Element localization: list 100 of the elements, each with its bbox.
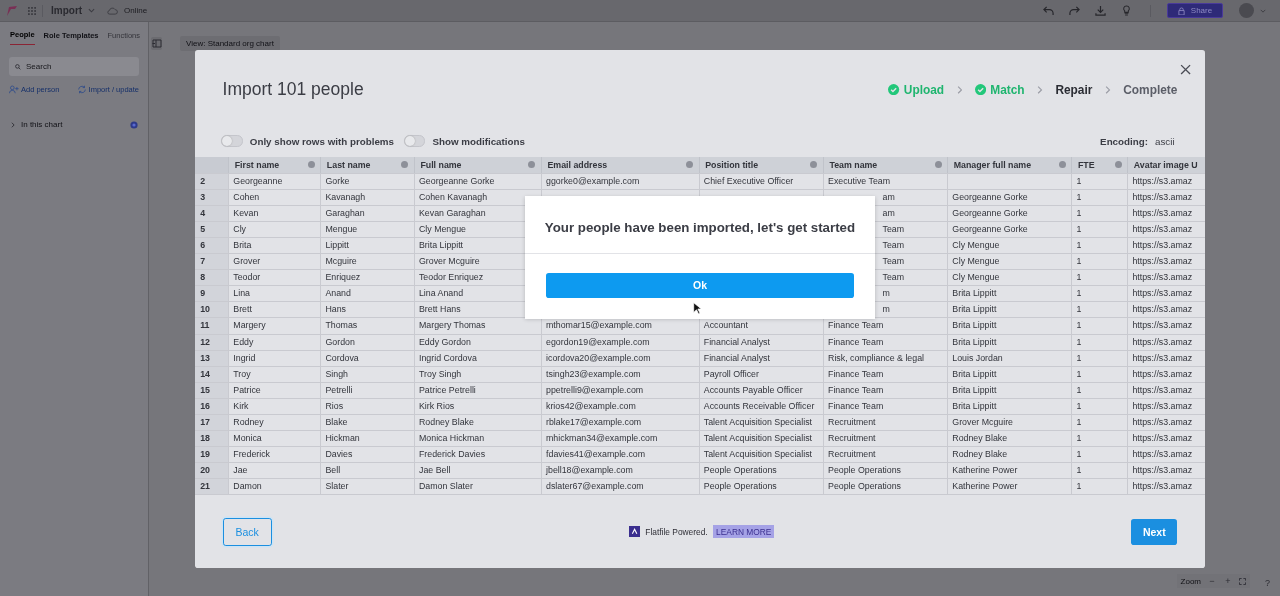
table-cell: Cly Mengue <box>418 223 466 234</box>
encoding-value: ascii <box>1155 135 1175 147</box>
table-cell: Hickman <box>325 433 360 444</box>
zoom-in-button[interactable]: + <box>1223 576 1233 586</box>
table-cell: https://s3.amaz <box>1132 416 1193 427</box>
search-field[interactable]: Search <box>9 57 139 76</box>
column-header[interactable]: Team name <box>822 156 948 173</box>
table-cell: m <box>882 288 890 299</box>
table-cell: https://s3.amaz <box>1132 239 1193 250</box>
table-cell: 1 <box>1076 465 1082 476</box>
next-button[interactable]: Next <box>1131 518 1178 546</box>
share-button[interactable]: Share <box>1167 3 1223 18</box>
table-cell: Ingrid Cordova <box>419 352 477 363</box>
column-header[interactable]: Last name <box>320 156 414 173</box>
table-cell: https://s3.amaz <box>1132 481 1193 492</box>
table-cell: Patrice <box>233 384 261 395</box>
table-cell: 1 <box>1076 336 1082 347</box>
ok-button[interactable]: Ok <box>546 272 854 298</box>
table-cell: 1 <box>1076 175 1082 186</box>
table-cell: Troy <box>233 368 251 379</box>
table-cell: https://s3.amaz <box>1132 400 1193 411</box>
column-header[interactable]: Full name <box>413 156 541 173</box>
document-title[interactable]: Import <box>51 5 83 16</box>
table-cell: ggorke0@example.com <box>546 175 640 186</box>
row-number: 7 <box>194 254 229 270</box>
table-cell: 1 <box>1076 481 1082 492</box>
column-header[interactable]: Manager full name <box>947 156 1072 173</box>
table-cell: Mengue <box>325 223 358 234</box>
table-cell: People Operations <box>703 481 777 492</box>
table-cell: https://s3.amaz <box>1132 465 1193 476</box>
table-cell: Team <box>882 223 905 234</box>
table-cell: Brett Hans <box>418 304 461 315</box>
table-cell: Louis Jordan <box>952 352 1003 363</box>
row-number: 18 <box>194 431 229 447</box>
table-cell: Talent Acquisition Specialist <box>703 433 813 444</box>
table-cell: Accounts Payable Officer <box>703 384 803 395</box>
back-button[interactable]: Back <box>222 517 272 546</box>
table-cell: Finance Team <box>828 320 884 331</box>
table-cell: Slater <box>325 481 349 492</box>
table-cell: dslater67@example.com <box>546 481 644 492</box>
column-header[interactable]: Avatar image U <box>1127 156 1206 173</box>
table-cell: Margery Thomas <box>419 320 486 331</box>
learn-more-link[interactable]: LEARN MORE <box>713 525 775 539</box>
table-cell: Brett <box>233 304 252 315</box>
table-cell: https://s3.amaz <box>1132 288 1193 299</box>
table-cell: https://s3.amaz <box>1132 256 1193 267</box>
table-cell: Finance Team <box>828 384 884 395</box>
table-cell: Risk, compliance & legal <box>828 352 925 363</box>
table-cell: Chief Executive Officer <box>703 175 794 186</box>
table-cell: https://s3.amaz <box>1132 352 1193 363</box>
table-cell: Brita Lippitt <box>952 400 997 411</box>
table-cell: krios42@example.com <box>546 400 636 411</box>
table-cell: Georgeanne <box>233 175 283 186</box>
table-cell: Cly Mengue <box>952 239 1000 250</box>
column-header[interactable]: First name <box>228 156 321 173</box>
table-cell: Georgeanne Gorke <box>952 207 1028 218</box>
table-cell: https://s3.amaz <box>1132 449 1193 460</box>
table-cell: 1 <box>1076 256 1082 267</box>
help-button[interactable]: ? <box>1265 578 1270 588</box>
table-cell: Margery <box>233 320 266 331</box>
table-cell: 1 <box>1076 352 1082 363</box>
table-cell: Monica Hickman <box>419 433 485 444</box>
encoding-label: Encoding: <box>1100 135 1148 147</box>
table-cell: Anand <box>325 288 351 299</box>
column-header[interactable]: Email address <box>540 156 699 173</box>
table-cell: https://s3.amaz <box>1132 336 1193 347</box>
table-cell: Grover Mcguire <box>952 416 1013 427</box>
step-label: Upload <box>888 82 945 97</box>
column-header[interactable]: FTE <box>1071 156 1128 173</box>
table-cell: https://s3.amaz <box>1132 368 1193 379</box>
column-header[interactable]: Position title <box>698 156 823 173</box>
table-cell: Brita <box>233 239 252 250</box>
zoom-out-button[interactable]: − <box>1207 576 1217 586</box>
row-number: 8 <box>194 270 229 286</box>
table-cell: Cohen <box>233 191 260 202</box>
table-cell: Hans <box>325 304 346 315</box>
table-cell: Team <box>882 239 905 250</box>
table-cell: Brita Lippitt <box>952 384 997 395</box>
table-cell: People Operations <box>828 481 902 492</box>
table-cell: https://s3.amaz <box>1132 384 1193 395</box>
table-cell: Rodney Blake <box>952 449 1008 460</box>
row-number: 19 <box>194 447 229 463</box>
table-cell: Teodor Enriquez <box>418 272 484 283</box>
dialog-message: Your people have been imported, let's get started <box>544 219 856 235</box>
table-cell: Rios <box>325 400 344 411</box>
table-cell: Blake <box>325 416 348 427</box>
table-cell: Enriquez <box>325 272 361 283</box>
table-cell: Lippitt <box>325 239 349 250</box>
table-cell: https://s3.amaz <box>1132 223 1193 234</box>
powered-by-text: Flatfile Powered. <box>645 526 708 537</box>
table-cell: icordova20@example.com <box>546 352 651 363</box>
table-cell: https://s3.amaz <box>1132 304 1193 315</box>
table-cell: People Operations <box>703 465 777 476</box>
table-cell: Cly <box>233 223 247 234</box>
section-title[interactable]: In this chart <box>21 120 63 129</box>
table-cell: Eddy <box>233 336 254 347</box>
table-cell: m <box>882 304 890 315</box>
table-cell: Cly Mengue <box>952 256 1000 267</box>
table-cell: fdavies41@example.com <box>546 449 646 460</box>
table-cell: Gorke <box>325 175 350 186</box>
